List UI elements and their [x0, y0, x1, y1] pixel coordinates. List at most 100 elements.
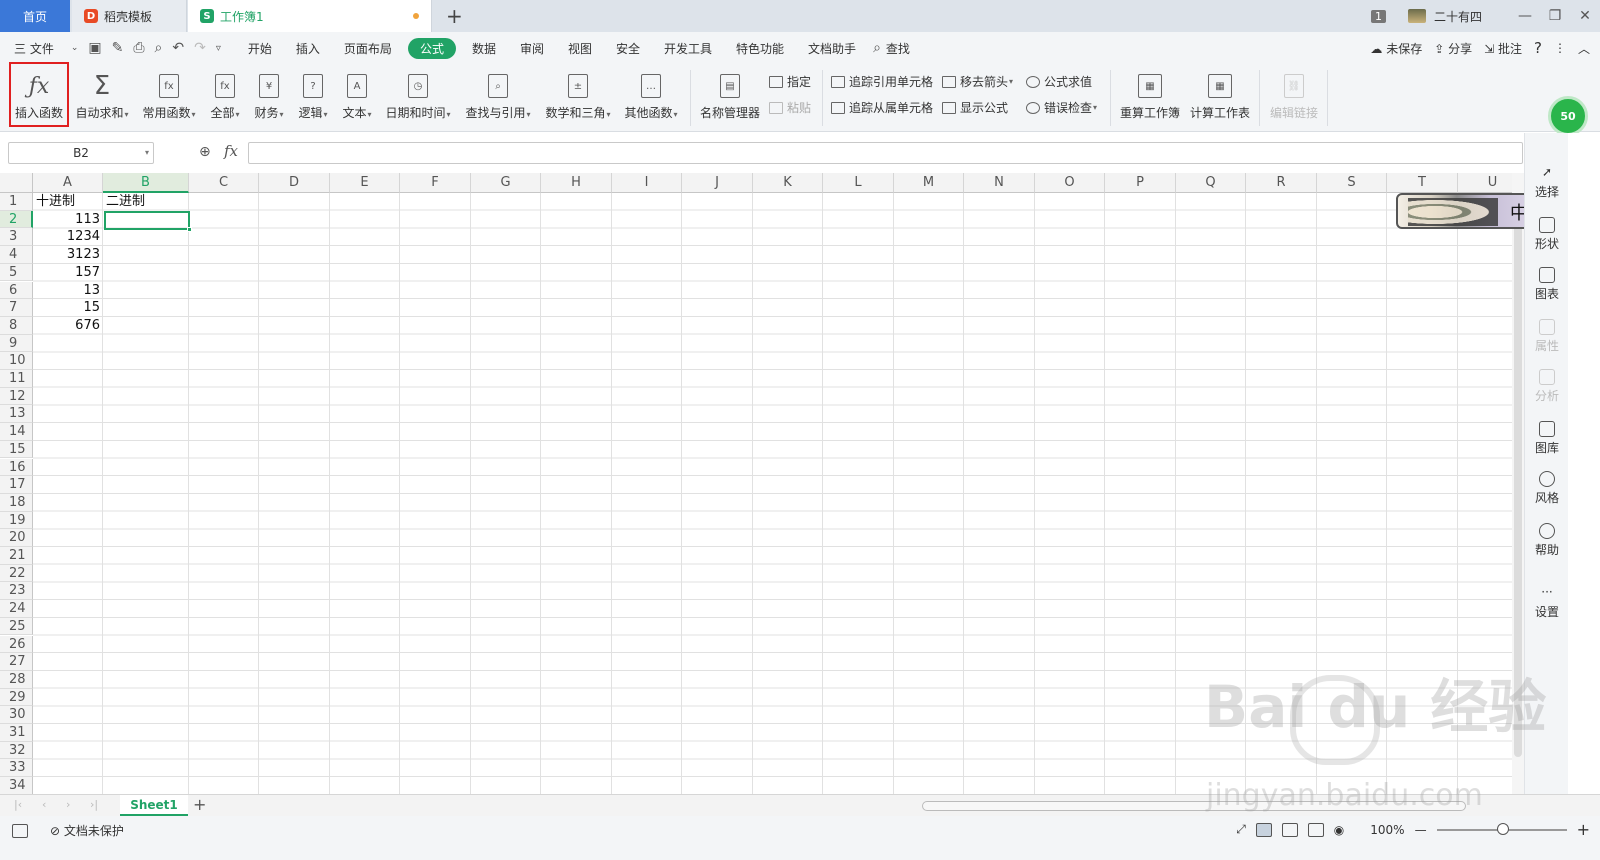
trace-precedents-button[interactable]: 追踪引用单元格	[831, 73, 933, 90]
row-header-26[interactable]: 26	[0, 635, 33, 654]
fill-handle[interactable]	[187, 226, 192, 232]
zoom-slider-knob[interactable]	[1496, 822, 1509, 835]
row-header-9[interactable]: 9	[0, 334, 33, 353]
document-protection-status[interactable]: ⊘ 文档未保护	[50, 822, 124, 839]
row-header-25[interactable]: 25	[0, 617, 33, 636]
recalculate-workbook-button[interactable]: ▦ 重算工作簿	[1119, 68, 1181, 128]
panel-analysis[interactable]: 分析	[1525, 369, 1569, 404]
row-header-5[interactable]: 5	[0, 263, 33, 282]
row-header-21[interactable]: 21	[0, 547, 33, 565]
menu-developer[interactable]: 开发工具	[652, 40, 724, 57]
paste-names-button[interactable]: 粘贴	[769, 99, 811, 116]
help-button[interactable]: ?	[1534, 39, 1542, 57]
column-header-c[interactable]: C	[189, 173, 259, 193]
sheet-tab[interactable]: Sheet1	[120, 795, 188, 816]
column-header-i[interactable]: I	[612, 173, 682, 193]
eye-protection-icon[interactable]: ◉	[1334, 823, 1344, 837]
logic-button[interactable]: ? 逻辑▾	[295, 68, 331, 128]
tab-daoke-template[interactable]: D 稻壳模板	[72, 0, 187, 32]
customize-quick-access-icon[interactable]: ▿	[211, 43, 226, 54]
row-header-2[interactable]: 2	[0, 210, 33, 229]
print-icon[interactable]: ⎙	[128, 40, 149, 56]
name-box[interactable]: B2 ▾	[8, 142, 154, 164]
save-icon[interactable]: ▣	[83, 40, 106, 56]
undo-icon[interactable]: ↶	[167, 40, 189, 56]
row-header-6[interactable]: 6	[0, 281, 33, 300]
column-header-r[interactable]: R	[1246, 173, 1317, 193]
zoom-slider[interactable]	[1436, 822, 1567, 835]
row-header-8[interactable]: 8	[0, 316, 33, 335]
fx-icon[interactable]: fx	[224, 142, 238, 160]
menu-formulas[interactable]: 公式	[407, 37, 456, 59]
column-header-f[interactable]: F	[400, 173, 471, 193]
text-functions-button[interactable]: A 文本▾	[339, 68, 375, 128]
menu-review[interactable]: 审阅	[508, 40, 556, 57]
row-header-31[interactable]: 31	[0, 724, 33, 742]
column-header-o[interactable]: O	[1035, 173, 1105, 193]
column-header-u[interactable]: U	[1458, 173, 1512, 193]
datetime-button[interactable]: ◷ 日期和时间▾	[384, 68, 452, 128]
add-sheet-button[interactable]: +	[193, 795, 206, 814]
error-check-button[interactable]: 错误检查 ▾	[1026, 99, 1097, 116]
row-header-24[interactable]: 24	[0, 600, 33, 618]
math-button[interactable]: ± 数学和三角▾	[543, 68, 613, 128]
normal-view-icon[interactable]	[1255, 822, 1272, 837]
row-header-28[interactable]: 28	[0, 670, 33, 689]
prev-sheet-icon[interactable]: ‹	[42, 798, 46, 811]
column-header-g[interactable]: G	[471, 173, 541, 193]
restore-button[interactable]: ❐	[1540, 8, 1570, 24]
row-header-4[interactable]: 4	[0, 246, 33, 264]
reading-mode-icon[interactable]	[1307, 822, 1324, 837]
edit-links-button[interactable]: ⛓ 编辑链接	[1267, 68, 1321, 128]
minimize-button[interactable]: —	[1510, 8, 1540, 24]
tab-workbook[interactable]: S 工作簿1	[188, 0, 432, 32]
row-header-3[interactable]: 3	[0, 228, 33, 247]
chevron-down-icon[interactable]: ▾	[145, 143, 149, 163]
autosum-button[interactable]: Σ 自动求和▾	[73, 68, 131, 128]
name-manager-button[interactable]: ▤ 名称管理器	[699, 68, 761, 128]
cell-b1[interactable]: 二进制	[103, 193, 189, 211]
row-header-23[interactable]: 23	[0, 582, 33, 601]
menu-features[interactable]: 特色功能	[724, 40, 796, 57]
column-header-n[interactable]: N	[964, 173, 1035, 193]
avatar[interactable]	[1407, 9, 1426, 23]
show-formulas-button[interactable]: 显示公式	[942, 99, 1008, 116]
column-header-k[interactable]: K	[753, 173, 823, 193]
evaluate-formula-button[interactable]: 公式求值	[1026, 73, 1092, 90]
row-header-18[interactable]: 18	[0, 493, 33, 512]
column-header-p[interactable]: P	[1105, 173, 1176, 193]
column-header-b[interactable]: B	[103, 173, 189, 193]
trace-dependents-button[interactable]: 追踪从属单元格	[831, 99, 933, 116]
panel-gallery[interactable]: 图库	[1525, 421, 1569, 456]
all-functions-button[interactable]: fx 全部▾	[207, 68, 243, 128]
finance-button[interactable]: ¥ 财务▾	[251, 68, 287, 128]
column-header-e[interactable]: E	[330, 173, 400, 193]
column-header-s[interactable]: S	[1317, 173, 1387, 193]
column-header-l[interactable]: L	[823, 173, 894, 193]
more-options-button[interactable]: ⋮	[1554, 41, 1566, 55]
close-button[interactable]: ✕	[1570, 8, 1600, 24]
select-all-corner[interactable]	[0, 173, 33, 193]
format-painter-icon[interactable]: ✎	[107, 40, 129, 56]
panel-chart[interactable]: 图表	[1525, 267, 1569, 302]
row-header-29[interactable]: 29	[0, 688, 33, 707]
row-header-11[interactable]: 11	[0, 370, 33, 388]
row-header-12[interactable]: 12	[0, 387, 33, 406]
cell-a8[interactable]: 676	[33, 317, 103, 335]
menu-find[interactable]: 查找	[886, 40, 922, 57]
zoom-in-button[interactable]: +	[1577, 820, 1590, 839]
row-header-17[interactable]: 17	[0, 476, 33, 494]
formula-input[interactable]	[248, 142, 1523, 164]
menu-view[interactable]: 视图	[556, 40, 604, 57]
row-header-22[interactable]: 22	[0, 564, 33, 583]
zoom-out-button[interactable]: —	[1415, 823, 1427, 837]
column-header-d[interactable]: D	[259, 173, 330, 193]
row-header-34[interactable]: 34	[0, 777, 33, 794]
other-functions-button[interactable]: … 其他函数▾	[622, 68, 680, 128]
menu-data[interactable]: 数据	[460, 40, 508, 57]
cell-a2[interactable]: 113	[33, 211, 103, 229]
row-header-7[interactable]: 7	[0, 299, 33, 317]
row-header-1[interactable]: 1	[0, 193, 33, 211]
panel-style[interactable]: 风格	[1525, 471, 1569, 506]
menu-security[interactable]: 安全	[604, 40, 652, 57]
